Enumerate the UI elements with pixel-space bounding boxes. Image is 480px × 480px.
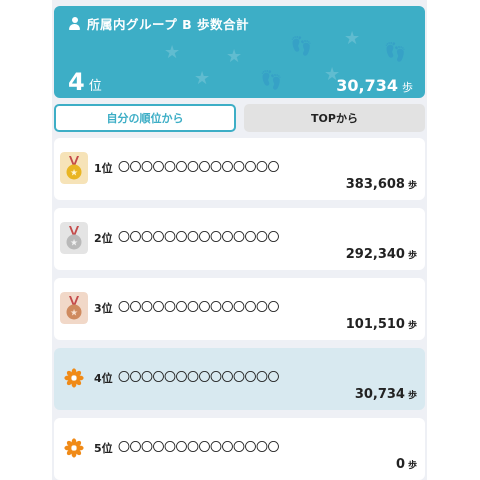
silver-medal-icon: ★ xyxy=(60,222,88,254)
footprint-decoration-icon: 👣 xyxy=(290,36,313,57)
rank-label: 4位 xyxy=(94,372,113,385)
member-name: 〇〇〇〇〇〇〇〇〇〇〇〇〇〇 xyxy=(118,160,280,174)
star-decoration-icon: ★ xyxy=(344,28,361,49)
member-name: 〇〇〇〇〇〇〇〇〇〇〇〇〇〇 xyxy=(118,230,280,244)
steps-number: 383,608 xyxy=(345,177,405,192)
summary-title-text: 所属内グループ B 歩数合計 xyxy=(87,17,249,32)
member-steps: 101,510 歩 xyxy=(346,317,417,332)
rank-label: 3位 xyxy=(94,302,113,315)
ranking-row[interactable]: ★ 1位 〇〇〇〇〇〇〇〇〇〇〇〇〇〇 383,608 歩 xyxy=(54,138,425,200)
steps-number: 101,510 xyxy=(345,317,405,332)
tab-from-top[interactable]: TOPから xyxy=(244,104,425,132)
steps-unit: 歩 xyxy=(407,461,417,471)
group-steps-unit: 歩 xyxy=(402,81,413,94)
steps-unit: 歩 xyxy=(407,251,417,261)
bronze-medal-icon: ★ xyxy=(60,292,88,324)
star-decoration-icon: ★ xyxy=(164,42,181,63)
svg-text:★: ★ xyxy=(70,309,78,319)
group-steps-number: 30,734 xyxy=(336,76,398,95)
group-steps-total: 30,734 歩 xyxy=(336,76,413,95)
footprint-decoration-icon: 👣 xyxy=(384,42,407,63)
group-rank: 4 位 xyxy=(68,68,102,96)
steps-unit: 歩 xyxy=(407,321,417,331)
star-decoration-icon: ★ xyxy=(226,46,243,67)
member-steps: 292,340 歩 xyxy=(346,247,417,262)
svg-text:★: ★ xyxy=(70,169,78,179)
user-icon xyxy=(68,17,81,30)
group-rank-number: 4 xyxy=(68,68,85,96)
ranking-screen: ★ ★ 👣 ★ 👣 👣 ★ ★ 所属内グループ B 歩数合計 4 位 30,73… xyxy=(52,0,427,480)
gold-medal-icon: ★ xyxy=(60,152,88,184)
ranking-row-self[interactable]: 4位 〇〇〇〇〇〇〇〇〇〇〇〇〇〇 30,734 歩 xyxy=(54,348,425,410)
steps-number: 30,734 xyxy=(354,387,405,402)
group-rank-unit: 位 xyxy=(88,79,102,94)
flower-icon xyxy=(64,438,84,458)
ranking-row[interactable]: ★ 2位 〇〇〇〇〇〇〇〇〇〇〇〇〇〇 292,340 歩 xyxy=(54,208,425,270)
member-steps: 0 歩 xyxy=(396,457,417,472)
member-name: 〇〇〇〇〇〇〇〇〇〇〇〇〇〇 xyxy=(118,370,280,384)
steps-unit: 歩 xyxy=(407,181,417,191)
group-summary-card: ★ ★ 👣 ★ 👣 👣 ★ ★ 所属内グループ B 歩数合計 4 位 30,73… xyxy=(54,6,425,98)
svg-text:★: ★ xyxy=(70,239,78,249)
rank-label: 5位 xyxy=(94,442,113,455)
rank-label: 2位 xyxy=(94,232,113,245)
member-name: 〇〇〇〇〇〇〇〇〇〇〇〇〇〇 xyxy=(118,440,280,454)
steps-number: 292,340 xyxy=(345,247,405,262)
member-steps: 30,734 歩 xyxy=(355,387,417,402)
ranking-tabs: 自分の順位から TOPから xyxy=(54,104,425,132)
steps-unit: 歩 xyxy=(407,391,417,401)
star-decoration-icon: ★ xyxy=(194,68,211,89)
summary-title: 所属内グループ B 歩数合計 xyxy=(68,14,249,33)
ranking-row[interactable]: 5位 〇〇〇〇〇〇〇〇〇〇〇〇〇〇 0 歩 xyxy=(54,418,425,480)
ranking-row[interactable]: ★ 3位 〇〇〇〇〇〇〇〇〇〇〇〇〇〇 101,510 歩 xyxy=(54,278,425,340)
tab-from-my-rank[interactable]: 自分の順位から xyxy=(54,104,236,132)
member-name: 〇〇〇〇〇〇〇〇〇〇〇〇〇〇 xyxy=(118,300,280,314)
footprint-decoration-icon: 👣 xyxy=(260,70,283,91)
rank-label: 1位 xyxy=(94,162,113,175)
steps-number: 0 xyxy=(395,457,405,472)
member-steps: 383,608 歩 xyxy=(346,177,417,192)
flower-icon xyxy=(64,368,84,388)
